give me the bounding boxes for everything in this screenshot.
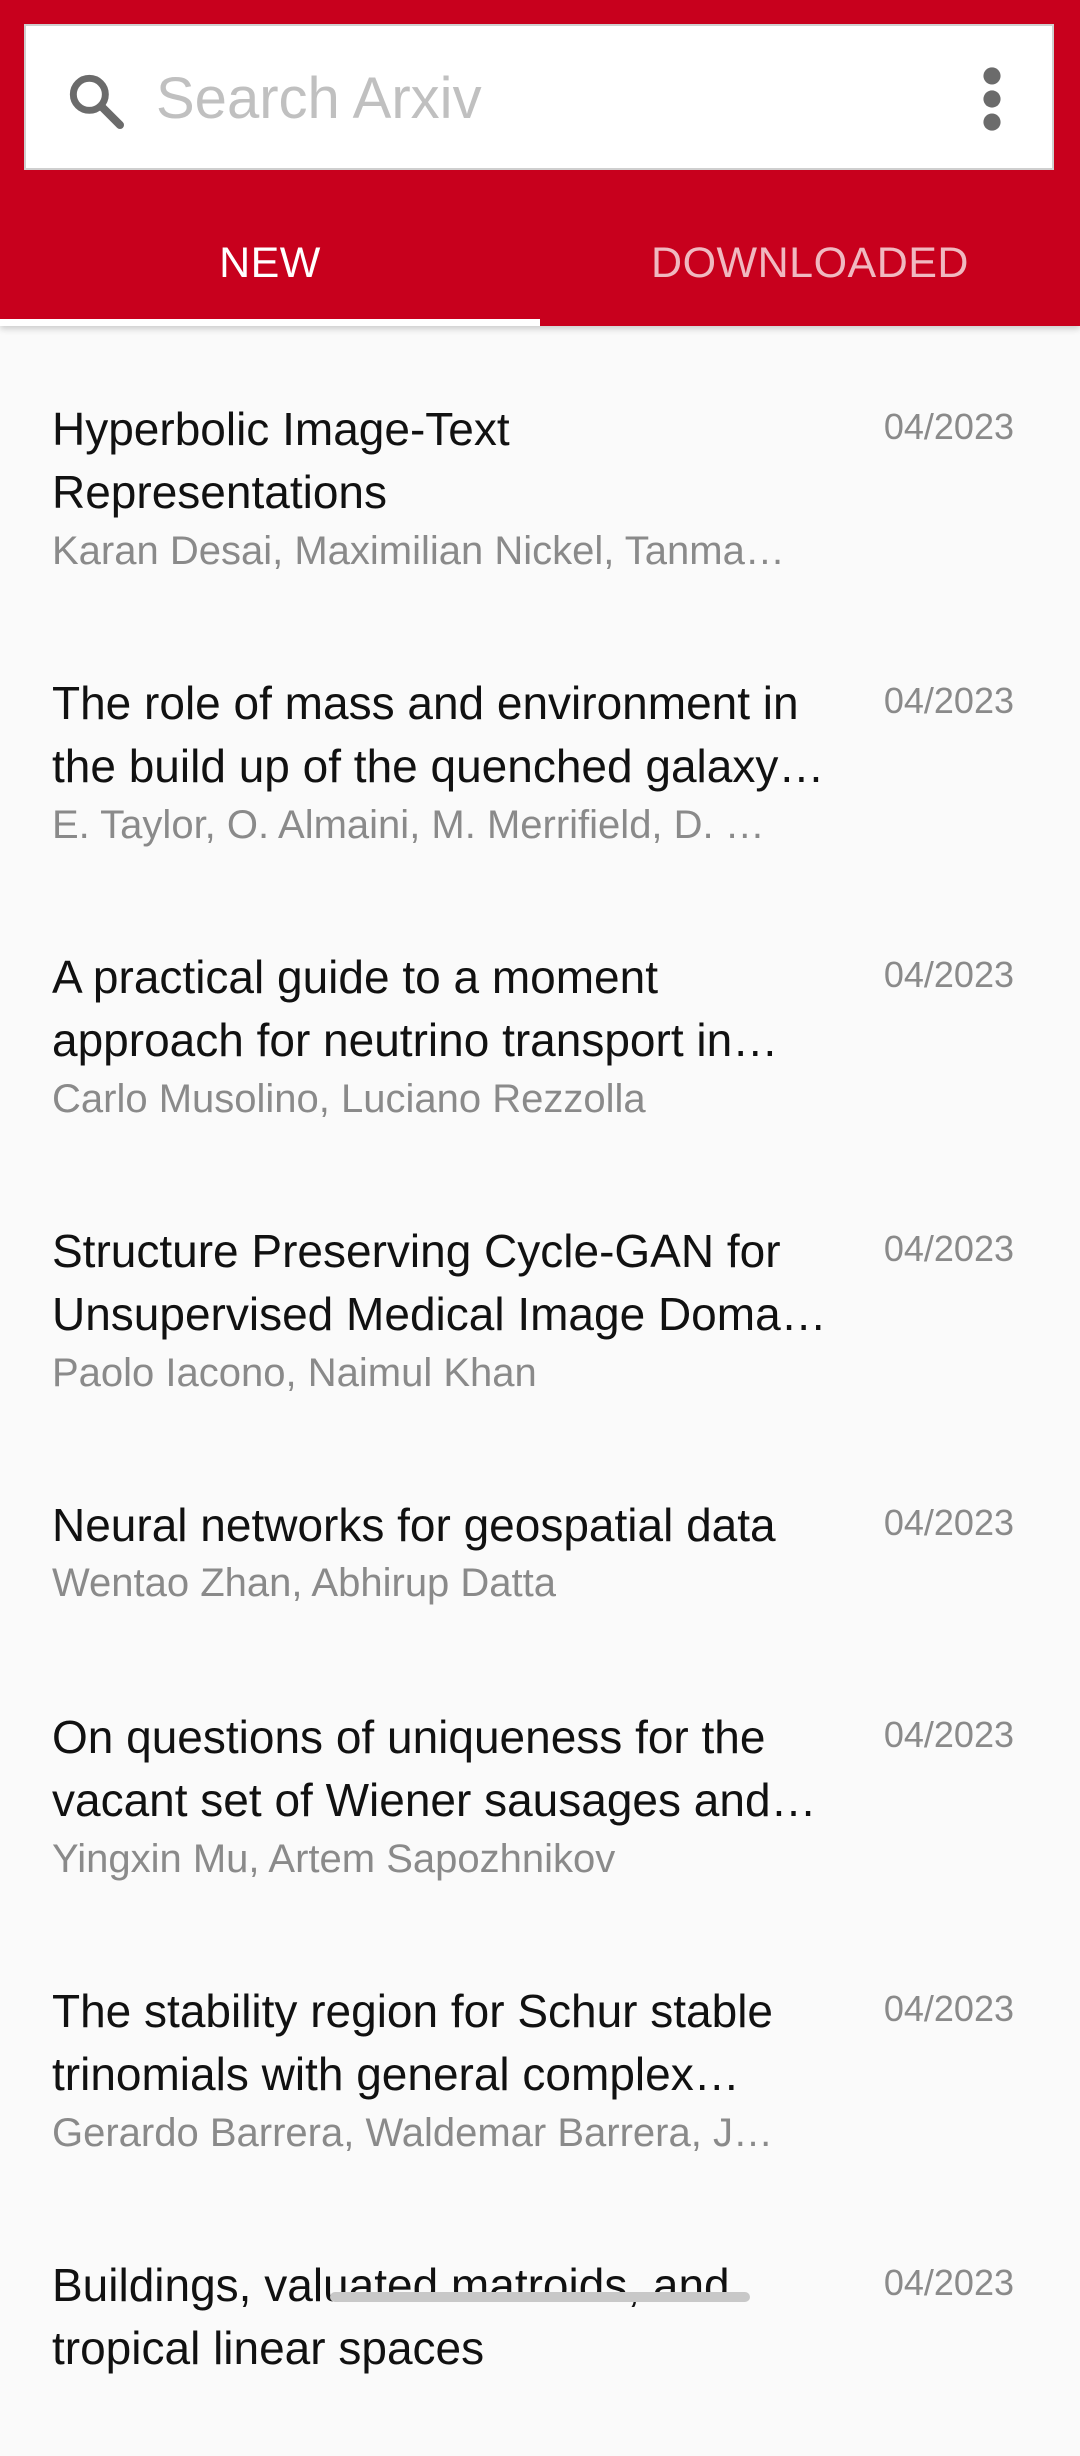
paper-title: Hyperbolic Image-Text Representations — [52, 403, 510, 518]
paper-date: 04/2023 — [883, 1502, 1014, 1543]
paper-title: The stability region for Schur stable tr… — [52, 1985, 774, 2100]
list-item[interactable]: Buildings, valuated matroids, and tropic… — [0, 2182, 1080, 2456]
list-item[interactable]: On questions of uniqueness for the vacan… — [0, 1634, 1080, 1908]
paper-title: On questions of uniqueness for the vacan… — [52, 1711, 771, 1826]
paper-date: 04/2023 — [883, 680, 1014, 721]
gesture-bar — [330, 2292, 750, 2302]
paper-date: 04/2023 — [883, 1228, 1014, 1269]
paper-date: 04/2023 — [883, 406, 1014, 447]
paper-title: Neural networks for geospatial data — [52, 1499, 776, 1551]
paper-date: 04/2023 — [883, 2262, 1014, 2303]
list-item[interactable]: Neural networks for geospatial data Went… — [0, 1422, 1080, 1634]
paper-title: Buildings, valuated matroids, and tropic… — [52, 2259, 730, 2374]
list-item[interactable]: A practical guide to a moment approach f… — [0, 874, 1080, 1148]
search-icon[interactable] — [64, 69, 128, 133]
more-vert-icon[interactable] — [972, 66, 1012, 132]
paper-title: Structure Preserving Cycle-GAN for Unsup… — [52, 1225, 817, 1340]
paper-authors: E. Taylor, O. Almaini, M. Merrifield, D.… — [52, 803, 792, 847]
list-item[interactable]: The stability region for Schur stable tr… — [0, 1908, 1080, 2182]
tab-downloaded[interactable]: DOWNLOADED — [540, 200, 1080, 326]
paper-authors: Carlo Musolino, Luciano Rezzolla — [52, 1077, 646, 1121]
paper-authors: Wentao Zhan, Abhirup Datta — [52, 1561, 557, 1605]
paper-title: A practical guide to a moment approach f… — [52, 951, 733, 1066]
list-item[interactable]: Structure Preserving Cycle-GAN for Unsup… — [0, 1148, 1080, 1422]
paper-authors: Paolo Iacono, Naimul Khan — [52, 1351, 537, 1395]
paper-authors: Gerardo Barrera, Waldemar Barrera, Juan … — [52, 2111, 792, 2155]
app-bar: NEW DOWNLOADED — [0, 0, 1080, 326]
list-item[interactable]: Hyperbolic Image-Text Representations Ka… — [0, 326, 1080, 600]
tab-new-label: NEW — [219, 238, 321, 287]
list-item[interactable]: The role of mass and environment in the … — [0, 600, 1080, 874]
paper-title: The role of mass and environment in the … — [52, 677, 799, 792]
paper-date: 04/2023 — [883, 1714, 1014, 1755]
paper-authors: Karan Desai, Maximilian Nickel, Tanmay R… — [52, 529, 792, 573]
tab-downloaded-label: DOWNLOADED — [651, 238, 969, 287]
tab-bar: NEW DOWNLOADED — [0, 200, 1080, 326]
tab-indicator — [0, 319, 540, 326]
paper-date: 04/2023 — [883, 954, 1014, 995]
search-bar[interactable] — [24, 24, 1054, 170]
paper-date: 04/2023 — [883, 1988, 1014, 2029]
search-input[interactable] — [156, 46, 956, 150]
tab-new[interactable]: NEW — [0, 200, 540, 326]
paper-authors: Yingxin Mu, Artem Sapozhnikov — [52, 1837, 616, 1881]
